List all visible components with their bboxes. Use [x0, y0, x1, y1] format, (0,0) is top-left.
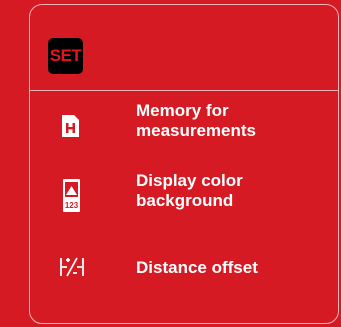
display-color-icon-text: 123 — [65, 201, 79, 210]
menu-item-label: Distance offset — [136, 258, 258, 277]
divider — [30, 90, 338, 91]
menu-item-memory[interactable]: Memory for measurements — [30, 101, 338, 149]
menu-item-distance-offset[interactable]: Distance offset — [30, 253, 338, 283]
distance-offset-icon — [56, 253, 90, 287]
display-color-icon: 123 — [56, 175, 90, 212]
memory-icon — [56, 112, 90, 146]
menu-item-display-color[interactable]: 123 Display color background — [30, 171, 338, 221]
settings-panel: SET Memory for measurements 123 Display … — [29, 4, 339, 324]
set-badge[interactable]: SET — [48, 38, 83, 74]
menu-item-label: Display color background — [136, 171, 243, 210]
menu-item-label: Memory for measurements — [136, 101, 257, 140]
